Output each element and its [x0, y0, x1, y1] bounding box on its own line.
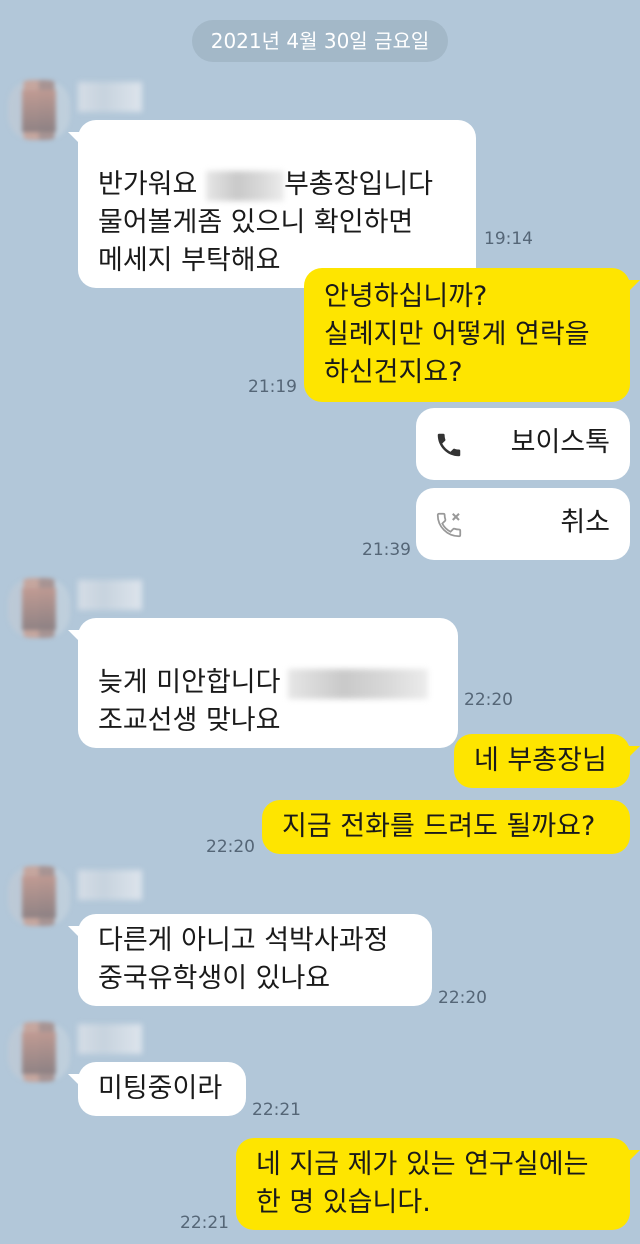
voice-call-label: 보이스톡: [510, 427, 610, 458]
message-time: 22:20: [438, 988, 487, 1008]
cancelled-call-card[interactable]: 취소: [416, 488, 630, 560]
outgoing-message-bubble[interactable]: 안녕하십니까? 실례지만 어떻게 연락을 하신건지요?: [304, 268, 640, 402]
incoming-message-bubble[interactable]: 미팅중이라: [68, 1062, 246, 1116]
message-text-part: 조교선생 맞나요: [98, 705, 281, 736]
message-text-part: 늦게 미안합니다: [98, 667, 281, 698]
sender-name-blurred: [78, 870, 142, 900]
incoming-message-bubble[interactable]: 반가워요 부총장입니다물어볼게좀 있으니 확인하면 메세지 부탁해요: [68, 120, 476, 288]
outgoing-message-bubble[interactable]: 네 부총장님: [454, 734, 640, 788]
blurred-name: [205, 170, 284, 201]
incoming-message-bubble[interactable]: 다른게 아니고 석박사과정 중국유학생이 있나요: [68, 914, 432, 1006]
message-time: 21:39: [362, 540, 411, 560]
message-time: 22:21: [180, 1213, 229, 1233]
avatar[interactable]: [8, 578, 70, 638]
incoming-message-bubble[interactable]: 늦게 미안합니다조교선생 맞나요: [68, 618, 458, 748]
cancel-call-label: 취소: [560, 507, 610, 538]
message-text-part: 부총장입니다: [283, 169, 433, 200]
phone-missed-icon: [436, 512, 462, 538]
message-text-part: 반가워요: [98, 169, 206, 200]
message-time: 19:14: [484, 229, 533, 249]
sender-name-blurred: [78, 82, 142, 112]
outgoing-message-bubble[interactable]: 네 지금 제가 있는 연구실에는 한 명 있습니다.: [236, 1138, 640, 1230]
sender-name-blurred: [78, 580, 142, 610]
message-time: 22:20: [464, 690, 513, 710]
phone-icon: [437, 433, 461, 457]
outgoing-message-bubble[interactable]: 지금 전화를 드려도 될까요?: [262, 800, 630, 854]
message-time: 21:19: [248, 377, 297, 397]
message-time: 22:20: [206, 837, 255, 857]
avatar[interactable]: [8, 80, 70, 140]
blurred-name: [288, 668, 429, 699]
avatar[interactable]: [8, 866, 70, 926]
message-text-part: 물어볼게좀 있으니 확인하면 메세지 부탁해요: [98, 207, 414, 276]
voice-call-card[interactable]: 보이스톡: [416, 408, 630, 480]
sender-name-blurred: [78, 1024, 142, 1054]
message-time: 22:21: [252, 1100, 301, 1120]
avatar[interactable]: [8, 1022, 70, 1082]
date-divider: 2021년 4월 30일 금요일: [192, 20, 448, 62]
